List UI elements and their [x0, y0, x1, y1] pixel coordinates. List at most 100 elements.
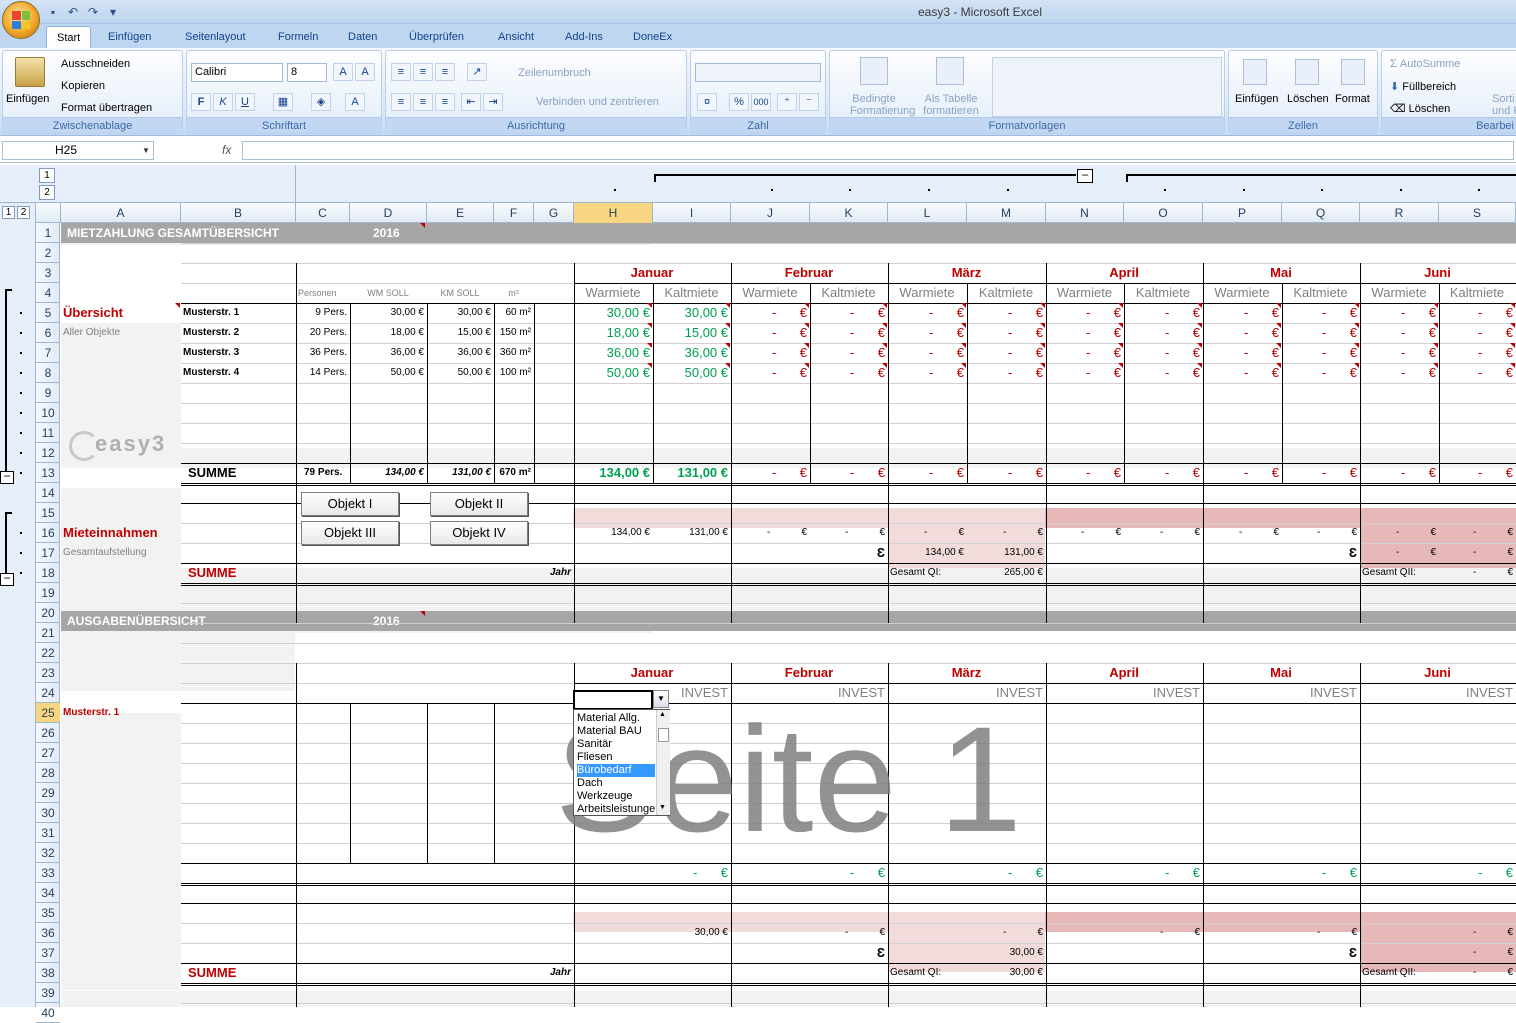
- name-box-dropdown-icon[interactable]: ▼: [142, 146, 150, 155]
- objekt-2-button[interactable]: Objekt II: [430, 492, 528, 516]
- dropdown-option[interactable]: Bürobedarf: [577, 764, 655, 777]
- row-header-8[interactable]: 8: [36, 363, 60, 383]
- increase-decimal-icon[interactable]: ⁺: [777, 93, 797, 111]
- shrink-font-icon[interactable]: A: [355, 63, 375, 81]
- cell-styles-gallery[interactable]: [992, 57, 1222, 117]
- dropdown-option[interactable]: Fliesen: [577, 751, 655, 764]
- row-header-11[interactable]: 11: [36, 423, 60, 443]
- font-family-select[interactable]: Calibri: [191, 63, 283, 82]
- column-header-n[interactable]: N: [1046, 203, 1124, 223]
- conditional-format-button[interactable]: Bedingte Formatierung: [850, 93, 915, 117]
- row-header-12[interactable]: 12: [36, 443, 60, 463]
- row-header-34[interactable]: 34: [36, 883, 60, 903]
- customize-qat-icon[interactable]: ▾: [106, 5, 120, 19]
- row-header-40[interactable]: 40: [36, 1003, 60, 1023]
- outline-collapse-rows-1-button[interactable]: −: [0, 470, 14, 484]
- align-right-icon[interactable]: ≡: [435, 93, 455, 111]
- column-header-d[interactable]: D: [350, 203, 427, 223]
- font-color-icon[interactable]: A: [345, 93, 365, 111]
- tab-addins[interactable]: Add-Ins: [555, 26, 613, 48]
- column-header-c[interactable]: C: [296, 203, 350, 223]
- objekt-1-button[interactable]: Objekt I: [301, 492, 399, 516]
- objekt-4-button[interactable]: Objekt IV: [430, 521, 528, 545]
- dropdown-option[interactable]: Werkzeuge: [577, 790, 655, 803]
- row-header-15[interactable]: 15: [36, 503, 60, 523]
- row-header-30[interactable]: 30: [36, 803, 60, 823]
- underline-button[interactable]: U: [235, 93, 255, 111]
- worksheet-grid[interactable]: MIETZAHLUNG GESAMTÜBERSICHT 2016 AUSGABE…: [61, 223, 1516, 1007]
- scroll-up-icon[interactable]: ▲: [659, 711, 666, 718]
- row-header-23[interactable]: 23: [36, 663, 60, 683]
- column-header-j[interactable]: J: [731, 203, 810, 223]
- column-header-r[interactable]: R: [1360, 203, 1439, 223]
- delete-cells-button[interactable]: Löschen: [1287, 93, 1329, 105]
- font-size-select[interactable]: 8: [287, 63, 327, 82]
- increase-indent-icon[interactable]: ⇥: [483, 93, 503, 111]
- row-header-26[interactable]: 26: [36, 723, 60, 743]
- row-header-3[interactable]: 3: [36, 263, 60, 283]
- outline-row-level-1-button[interactable]: 1: [2, 206, 15, 219]
- percent-button[interactable]: %: [729, 93, 749, 111]
- scroll-down-icon[interactable]: ▼: [659, 804, 666, 811]
- tab-ansicht[interactable]: Ansicht: [488, 26, 544, 48]
- tab-einfuegen[interactable]: Einfügen: [98, 26, 161, 48]
- name-box[interactable]: H25: [2, 141, 154, 160]
- formula-bar-input[interactable]: [242, 141, 1514, 160]
- row-header-33[interactable]: 33: [36, 863, 60, 883]
- row-header-20[interactable]: 20: [36, 603, 60, 623]
- tab-ueberpruefen[interactable]: Überprüfen: [399, 26, 474, 48]
- number-format-select[interactable]: [695, 63, 821, 82]
- row-header-36[interactable]: 36: [36, 923, 60, 943]
- objekt-3-button[interactable]: Objekt III: [301, 521, 399, 545]
- select-all-button[interactable]: [36, 203, 61, 223]
- tab-start[interactable]: Start: [46, 26, 92, 48]
- row-header-19[interactable]: 19: [36, 583, 60, 603]
- outline-level-1-button[interactable]: 1: [39, 168, 55, 183]
- column-header-p[interactable]: P: [1203, 203, 1282, 223]
- outline-level-2-button[interactable]: 2: [39, 185, 55, 200]
- copy-button[interactable]: Kopieren: [61, 80, 105, 92]
- orientation-icon[interactable]: ↗: [467, 63, 487, 81]
- save-icon[interactable]: ▪: [46, 5, 60, 19]
- row-header-16[interactable]: 16: [36, 523, 60, 543]
- bold-button[interactable]: F: [191, 93, 211, 111]
- grow-font-icon[interactable]: A: [333, 63, 353, 81]
- sort-filter-button[interactable]: Sorti und F: [1492, 93, 1516, 117]
- format-painter-button[interactable]: Format übertragen: [61, 102, 152, 114]
- tab-daten[interactable]: Daten: [338, 26, 387, 48]
- column-header-i[interactable]: I: [653, 203, 731, 223]
- row-header-25[interactable]: 25: [36, 703, 60, 723]
- column-header-f[interactable]: F: [494, 203, 534, 223]
- row-header-1[interactable]: 1: [36, 223, 60, 243]
- align-left-icon[interactable]: ≡: [391, 93, 411, 111]
- merge-center-button[interactable]: Verbinden und zentrieren: [536, 96, 659, 108]
- autosum-button[interactable]: Σ AutoSumme: [1390, 58, 1460, 70]
- decrease-indent-icon[interactable]: ⇤: [461, 93, 481, 111]
- row-header-18[interactable]: 18: [36, 563, 60, 583]
- row-header-31[interactable]: 31: [36, 823, 60, 843]
- dropdown-option[interactable]: Material Allg.: [577, 712, 655, 725]
- row-header-21[interactable]: 21: [36, 623, 60, 643]
- row-header-5[interactable]: 5: [36, 303, 60, 323]
- column-header-m[interactable]: M: [967, 203, 1046, 223]
- dropdown-option[interactable]: Arbeitsleistunge: [577, 803, 655, 816]
- tab-formeln[interactable]: Formeln: [268, 26, 328, 48]
- redo-icon[interactable]: ↷: [86, 5, 100, 19]
- undo-icon[interactable]: ↶: [66, 5, 80, 19]
- row-header-29[interactable]: 29: [36, 783, 60, 803]
- insert-cells-button[interactable]: Einfügen: [1235, 93, 1278, 105]
- dropdown-option[interactable]: Dach: [577, 777, 655, 790]
- row-header-7[interactable]: 7: [36, 343, 60, 363]
- clear-button[interactable]: ⌫ Löschen: [1390, 102, 1450, 115]
- row-header-2[interactable]: 2: [36, 243, 60, 263]
- fill-button[interactable]: ⬇ Füllbereich: [1390, 80, 1456, 93]
- row-header-38[interactable]: 38: [36, 963, 60, 983]
- column-header-b[interactable]: B: [181, 203, 296, 223]
- row-header-37[interactable]: 37: [36, 943, 60, 963]
- row-header-13[interactable]: 13: [36, 463, 60, 483]
- column-header-k[interactable]: K: [810, 203, 888, 223]
- borders-icon[interactable]: ▦: [273, 93, 293, 111]
- tab-seitenlayout[interactable]: Seitenlayout: [175, 26, 256, 48]
- outline-row-level-2-button[interactable]: 2: [17, 206, 30, 219]
- row-header-39[interactable]: 39: [36, 983, 60, 1003]
